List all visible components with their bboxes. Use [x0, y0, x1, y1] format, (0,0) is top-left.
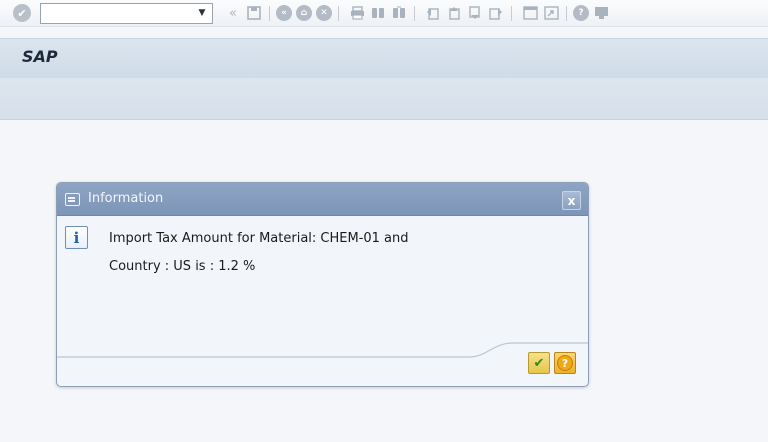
toolbar-separator: [566, 5, 567, 21]
question-icon: ?: [557, 355, 573, 371]
save-icon[interactable]: [245, 4, 263, 22]
message-line-2: Country : US is : 1.2 %: [109, 259, 256, 274]
application-toolbar: [0, 78, 768, 120]
next-page-icon[interactable]: [466, 4, 484, 22]
back-icon[interactable]: «: [224, 4, 242, 22]
dialog-title: Information: [88, 191, 164, 206]
info-icon: i: [65, 226, 88, 249]
dialog-header[interactable]: Information x: [57, 183, 588, 216]
continue-button[interactable]: ✔: [528, 352, 550, 374]
title-bar: SAP: [0, 38, 768, 78]
customize-layout-icon[interactable]: [592, 4, 610, 22]
back-nav-icon[interactable]: «: [276, 5, 292, 21]
find-next-icon[interactable]: [390, 4, 408, 22]
information-dialog: Information x i Import Tax Amount for Ma…: [56, 182, 589, 387]
page-title: SAP: [22, 47, 58, 66]
message-line-1: Import Tax Amount for Material: CHEM-01 …: [109, 231, 409, 246]
system-toolbar: ✔ ▼ « « ⌂ ✕ ?: [0, 0, 768, 27]
toolbar-separator: [414, 5, 415, 21]
command-field[interactable]: ▼: [40, 2, 213, 25]
help-icon[interactable]: ?: [573, 5, 589, 21]
window-icon: [65, 193, 80, 206]
footer-divider: [57, 342, 588, 358]
command-input[interactable]: [41, 5, 191, 25]
toolbar-separator: [269, 5, 270, 21]
chevron-down-icon[interactable]: ▼: [194, 4, 210, 23]
new-session-icon[interactable]: [521, 4, 539, 22]
help-button[interactable]: ?: [554, 352, 576, 374]
shortcut-icon[interactable]: [542, 4, 560, 22]
cancel-icon[interactable]: ✕: [316, 5, 332, 21]
find-icon[interactable]: [369, 4, 387, 22]
exit-icon[interactable]: ⌂: [296, 5, 312, 21]
print-icon[interactable]: [348, 4, 366, 22]
close-button[interactable]: x: [562, 191, 581, 210]
toolbar-separator: [338, 5, 339, 21]
toolbar-separator: [511, 5, 512, 21]
previous-page-icon[interactable]: [445, 4, 463, 22]
first-page-icon[interactable]: [424, 4, 442, 22]
enter-icon[interactable]: ✔: [13, 4, 31, 22]
last-page-icon[interactable]: [487, 4, 505, 22]
